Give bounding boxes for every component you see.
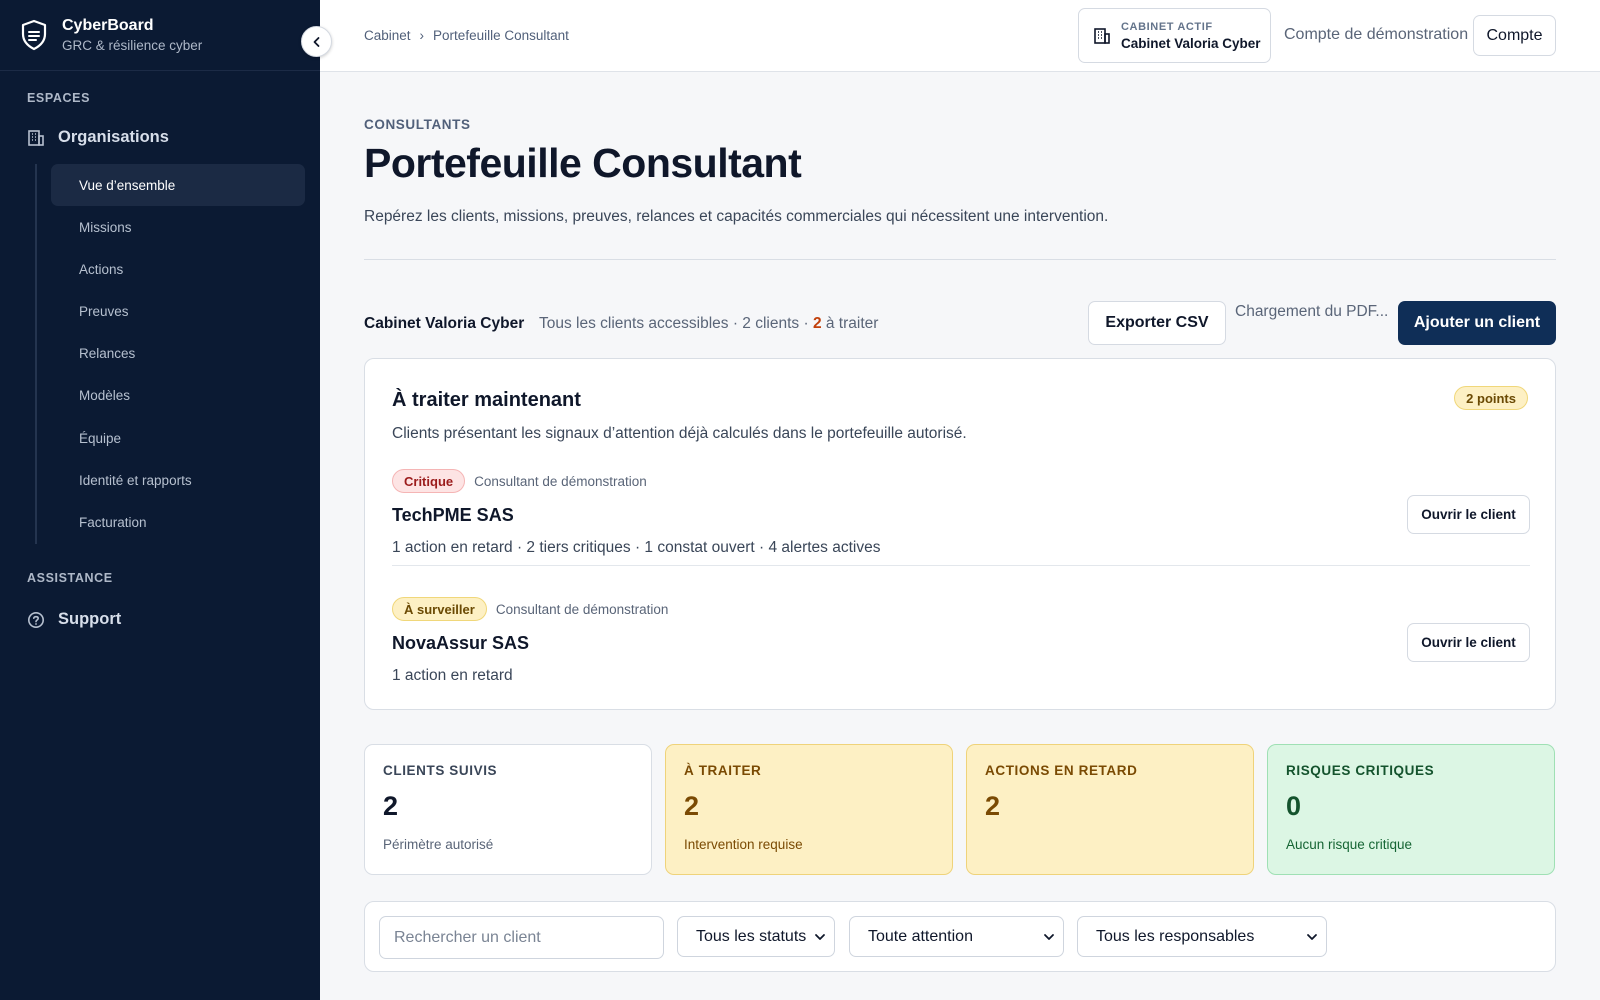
- active-cabinet-switcher[interactable]: CABINET ACTIF Cabinet Valoria Cyber: [1078, 8, 1271, 63]
- attention-client-item: Critique Consultant de démonstration Tech…: [392, 469, 1530, 556]
- page-description: Repérez les clients, missions, preuves, …: [364, 208, 1109, 225]
- client-signals: 1 action en retard: [392, 667, 513, 684]
- pdf-loading-status: Chargement du PDF...: [1235, 303, 1389, 320]
- client-owner: Consultant de démonstration: [495, 601, 669, 617]
- attention-card: À traiter maintenant 2 points Clients pr…: [364, 358, 1556, 710]
- sidebar-item-missions[interactable]: Missions: [51, 206, 305, 248]
- attention-select[interactable]: Toute attention: [849, 916, 1064, 957]
- status-select-value: Tous les statuts: [696, 927, 807, 945]
- client-name[interactable]: TechPME SAS: [392, 505, 514, 526]
- kpi-value: 0: [1286, 791, 1302, 821]
- demo-account-label: Compte de démonstration: [1284, 26, 1469, 43]
- kpi-label: RISQUES CRITIQUES: [1286, 763, 1435, 778]
- sidebar-item-vue-ensemble[interactable]: Vue d’ensemble: [51, 164, 305, 206]
- severity-badge-watch: À surveiller: [392, 597, 487, 621]
- sidebar-item-actions[interactable]: Actions: [51, 248, 305, 290]
- kpi-note: Intervention requise: [684, 837, 803, 852]
- owner-select-value: Tous les responsables: [1096, 927, 1255, 945]
- brand-name: CyberBoard: [62, 17, 154, 34]
- nav-support-label: Support: [58, 610, 122, 628]
- context-bar: Cabinet Valoria Cyber Tous les clients a…: [364, 300, 1556, 345]
- kpi-label: CLIENTS SUIVIS: [383, 763, 498, 778]
- active-cabinet-kicker: CABINET ACTIF: [1121, 20, 1213, 33]
- todo-count: 2: [812, 315, 822, 332]
- kpi-value: 2: [684, 791, 700, 821]
- client-divider: [392, 565, 1530, 566]
- context-cabinet: Cabinet Valoria Cyber: [364, 315, 525, 332]
- kpi-value: 2: [383, 791, 399, 821]
- sidebar-item-facturation[interactable]: Facturation: [51, 502, 305, 544]
- client-signals: 1 action en retard · 2 tiers critiques ·…: [392, 539, 881, 556]
- breadcrumb: Cabinet › Portefeuille Consultant: [364, 28, 569, 43]
- chevron-down-icon: [1307, 933, 1317, 940]
- building-icon: [1094, 27, 1110, 44]
- status-select[interactable]: Tous les statuts: [677, 916, 835, 957]
- kpi-card-a-traiter: À TRAITER 2 Intervention requise: [665, 744, 953, 875]
- kpi-note: Aucun risque critique: [1286, 837, 1413, 852]
- kpi-value: 2: [985, 791, 1001, 821]
- attention-title: À traiter maintenant: [392, 389, 581, 411]
- search-input[interactable]: [379, 916, 664, 959]
- kpi-card-clients-suivis: CLIENTS SUIVIS 2 Périmètre autorisé: [364, 744, 652, 875]
- attention-client-item: À surveiller Consultant de démonstration …: [392, 597, 1530, 684]
- building-icon: [28, 129, 44, 146]
- context-scope: Tous les clients accessibles · 2 clients…: [539, 315, 878, 333]
- severity-badge-critical: Critique: [392, 469, 466, 493]
- organisations-subnav: Vue d’ensemble Missions Actions Preuves …: [35, 164, 305, 544]
- topbar: Cabinet › Portefeuille Consultant CABINE…: [320, 0, 1600, 72]
- open-client-button[interactable]: Ouvrir le client: [1407, 623, 1530, 662]
- account-button[interactable]: Compte: [1473, 15, 1556, 56]
- kpi-card-actions-en-retard: ACTIONS EN RETARD 2: [966, 744, 1254, 875]
- help-circle-icon: [28, 611, 44, 628]
- todo-suffix: à traiter: [821, 315, 879, 332]
- header-divider: [364, 259, 1556, 260]
- breadcrumb-cabinet[interactable]: Cabinet: [364, 28, 411, 43]
- collapse-sidebar-button[interactable]: [301, 26, 332, 57]
- sidebar-item-equipe[interactable]: Équipe: [51, 417, 305, 459]
- breadcrumb-separator: ›: [419, 28, 425, 43]
- kpi-label: ACTIONS EN RETARD: [985, 763, 1138, 778]
- section-label-espaces: ESPACES: [27, 91, 91, 105]
- chevron-left-icon: [313, 36, 319, 47]
- page-kicker: CONSULTANTS: [364, 117, 471, 132]
- context-scope-text: Tous les clients accessibles · 2 clients…: [539, 315, 813, 332]
- client-name[interactable]: NovaAssur SAS: [392, 633, 529, 654]
- page-title: Portefeuille Consultant: [364, 140, 802, 186]
- shield-logo-icon: [21, 19, 47, 51]
- brand-subtitle: GRC & résilience cyber: [62, 38, 203, 53]
- sidebar: CyberBoard GRC & résilience cyber ESPACE…: [0, 0, 320, 1000]
- brand[interactable]: CyberBoard GRC & résilience cyber: [0, 0, 320, 71]
- active-cabinet-name: Cabinet Valoria Cyber: [1121, 35, 1261, 51]
- kpi-label: À TRAITER: [684, 763, 762, 778]
- breadcrumb-current: Portefeuille Consultant: [433, 28, 569, 43]
- sidebar-item-modeles[interactable]: Modèles: [51, 375, 305, 417]
- attention-subtitle: Clients présentant les signaux d’attenti…: [392, 425, 967, 442]
- client-owner: Consultant de démonstration: [474, 473, 647, 489]
- points-badge: 2 points: [1454, 386, 1528, 410]
- nav-support[interactable]: Support: [27, 610, 121, 629]
- section-label-assistance: ASSISTANCE: [27, 571, 113, 585]
- owner-select[interactable]: Tous les responsables: [1077, 916, 1327, 957]
- open-client-button[interactable]: Ouvrir le client: [1407, 495, 1530, 534]
- sidebar-item-preuves[interactable]: Preuves: [51, 291, 305, 333]
- chevron-down-icon: [815, 933, 825, 940]
- kpi-card-risques-critiques: RISQUES CRITIQUES 0 Aucun risque critiqu…: [1267, 744, 1555, 875]
- export-csv-button[interactable]: Exporter CSV: [1088, 301, 1226, 345]
- sidebar-item-identite-rapports[interactable]: Identité et rapports: [51, 459, 305, 501]
- chevron-down-icon: [1044, 933, 1054, 940]
- filter-bar: Tous les statuts Toute attention Tous le…: [364, 901, 1556, 972]
- nav-organisations[interactable]: Organisations: [27, 128, 169, 147]
- add-client-button[interactable]: Ajouter un client: [1398, 301, 1556, 345]
- nav-organisations-label: Organisations: [58, 128, 169, 146]
- attention-select-value: Toute attention: [868, 927, 973, 945]
- sidebar-item-relances[interactable]: Relances: [51, 333, 305, 375]
- kpi-note: Périmètre autorisé: [383, 837, 494, 852]
